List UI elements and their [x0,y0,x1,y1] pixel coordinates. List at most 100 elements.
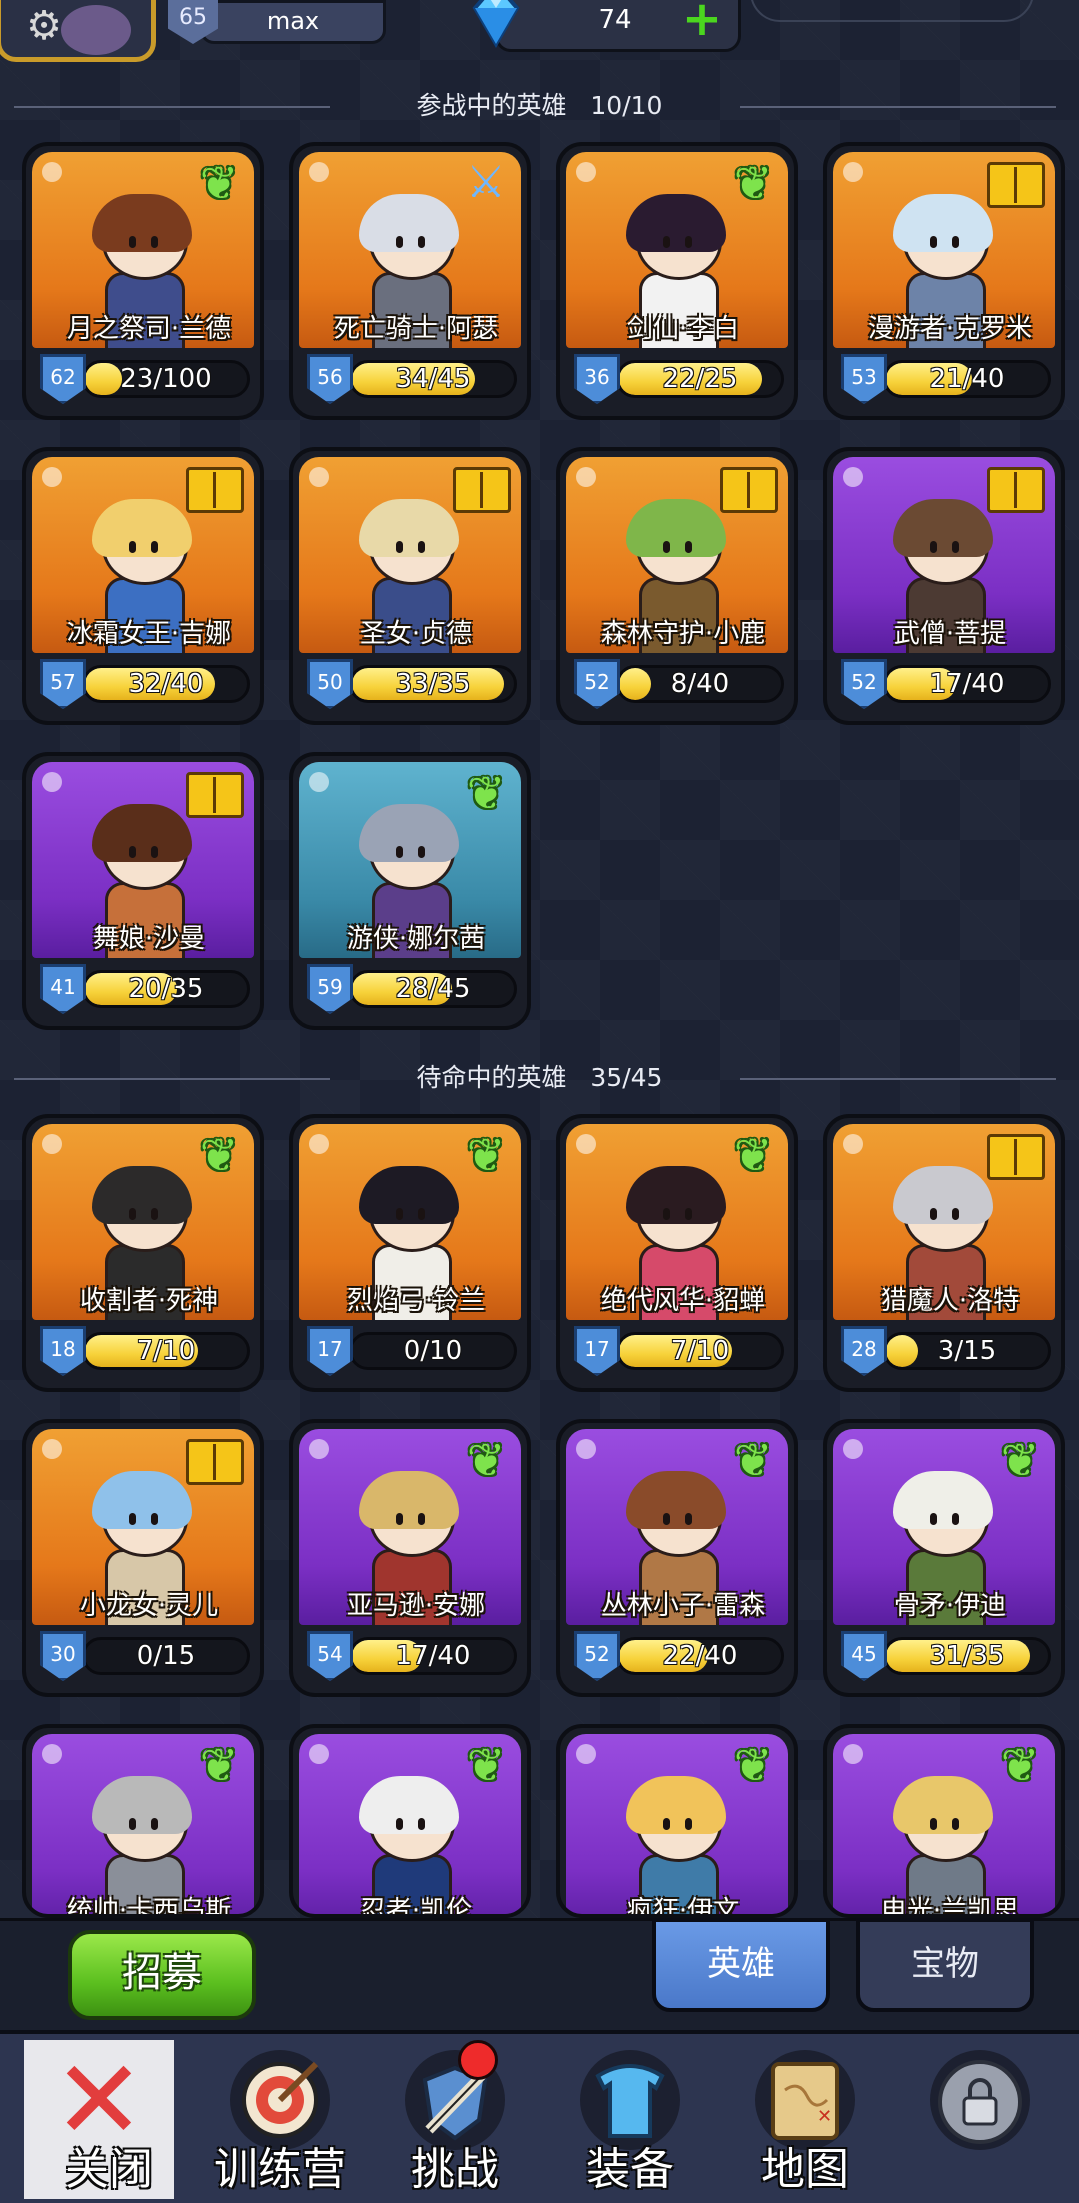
hero-portrait: ❦ 统帅·卡西乌斯 [32,1734,254,1914]
hero-progress-text: 21/40 [929,364,1005,394]
nav-challenge-label: 挑战 [411,2144,499,2195]
hero-portrait: ❦ 亚马逊·安娜 [299,1429,521,1625]
hero-name: 武僧·菩提 [893,619,1007,649]
hero-progress-text: 22/25 [662,364,738,394]
shine-decoration [42,1744,62,1764]
player-name: max [200,0,386,44]
hero-portrait: ❦ 剑仙·李白 [566,152,788,348]
shine-decoration [42,772,62,792]
tab-treasure[interactable]: 宝物 [856,1918,1034,2012]
hero-name: 骨矛·伊迪 [893,1591,1007,1621]
hero-hair [626,1471,726,1529]
hero-eye [685,236,692,248]
hero-stats-row: 0/10 17 [299,1324,521,1378]
hero-card[interactable]: ❦ 剑仙·李白 22/25 36 [556,142,798,420]
hero-portrait: 舞娘·沙曼 [32,762,254,958]
hero-eye [151,846,158,858]
hero-hair [92,499,192,557]
hero-card[interactable]: 冰霜女王·吉娜 32/40 57 [22,447,264,725]
hero-eye [663,1208,670,1220]
reserve-heroes-count: 35/45 [590,1063,663,1092]
hero-card[interactable]: ❦ 丛林小子·雷森 22/40 52 [556,1419,798,1697]
hero-hair [893,194,993,252]
active-heroes-header: 参战中的英雄 10/10 [0,86,1079,126]
hero-hair [626,194,726,252]
hero-hair [359,194,459,252]
hero-stats-row: 34/45 56 [299,352,521,406]
hero-card[interactable]: ❦ 收割者·死神 7/10 18 [22,1114,264,1392]
hero-hair [893,499,993,557]
hero-progress-bar: 7/10 [616,1332,784,1370]
hero-progress-text: 20/35 [128,974,204,1004]
hero-card[interactable]: 圣女·贞德 33/35 50 [289,447,531,725]
hero-card[interactable]: ❦ 游侠·娜尔茜 28/45 59 [289,752,531,1030]
nav-training-label: 训练营 [214,2144,346,2195]
hero-card[interactable]: ❦ 月之祭司·兰德 23/100 62 [22,142,264,420]
hero-level-badge: 41 [40,964,86,1014]
hero-card[interactable]: 猎魔人·洛特 3/15 28 [823,1114,1065,1392]
hero-stats-row: 32/40 57 [32,657,254,711]
hero-name: 冰霜女王·吉娜 [66,619,232,649]
hero-progress-bar: 8/40 [616,665,784,703]
hero-level-badge: 52 [574,659,620,709]
hero-progress-text: 0/10 [403,1336,463,1366]
hero-eye [930,1208,937,1220]
shine-decoration [843,467,863,487]
shine-decoration [309,772,329,792]
hero-card[interactable]: ❦ 烈焰弓·铃兰 0/10 17 [289,1114,531,1392]
hero-progress-bar: 23/100 [82,360,250,398]
nav-map-label: 地图 [761,2144,849,2195]
tab-heroes[interactable]: 英雄 [652,1918,830,2012]
hero-portrait: ❦ 收割者·死神 [32,1124,254,1320]
hero-name: 游侠·娜尔茜 [346,924,486,954]
hero-eye [930,1818,937,1830]
hero-progress-bar: 22/40 [616,1637,784,1675]
hero-card[interactable]: 漫游者·克罗米 21/40 53 [823,142,1065,420]
close-icon: ✕ [52,2036,146,2164]
hero-card[interactable]: ❦ 骨矛·伊迪 31/35 45 [823,1419,1065,1697]
hero-portrait: ❦ 游侠·娜尔茜 [299,762,521,958]
gear-icon[interactable]: ⚙ [22,4,66,48]
nav-close[interactable]: ✕ 关闭 [24,2040,194,2199]
hero-card[interactable]: 小龙女·灵儿 0/15 30 [22,1419,264,1697]
target-icon [230,2050,330,2150]
hero-eye [952,1208,959,1220]
hero-stats-row: 20/35 41 [32,962,254,1016]
hero-eye [952,236,959,248]
hero-card[interactable]: ⚔ 死亡骑士·阿瑟 34/45 56 [289,142,531,420]
nav-training[interactable]: 训练营 [195,2040,365,2199]
recruit-button[interactable]: 招募 [68,1930,256,2020]
hero-eye [418,1208,425,1220]
top-right-panel [750,0,1034,22]
shine-decoration [309,1134,329,1154]
hero-hair [626,499,726,557]
hero-card[interactable]: ❦ 电光·兰凯思 [823,1724,1065,1918]
hero-card[interactable]: ❦ 绝代风华·貂蝉 7/10 17 [556,1114,798,1392]
nav-locked[interactable] [895,2040,1065,2199]
hero-card[interactable]: 森林守护·小鹿 8/40 52 [556,447,798,725]
gem-count: 74 [598,5,632,35]
hero-card[interactable]: 舞娘·沙曼 20/35 41 [22,752,264,1030]
hero-name: 小龙女·灵儿 [79,1591,219,1621]
shine-decoration [42,467,62,487]
hero-portrait: 武僧·菩提 [833,457,1055,653]
hero-name: 猎魔人·洛特 [880,1286,1020,1316]
hero-card[interactable]: ❦ 亚马逊·安娜 17/40 54 [289,1419,531,1697]
lock-icon [930,2050,1030,2150]
hero-hair [92,1471,192,1529]
hero-name: 圣女·贞德 [359,619,473,649]
hero-progress-bar: 33/35 [349,665,517,703]
hero-card[interactable]: 武僧·菩提 17/40 52 [823,447,1065,725]
hero-card[interactable]: ❦ 疯狂·伊文 [556,1724,798,1918]
nav-equipment[interactable]: 装备 [545,2040,715,2199]
hero-card[interactable]: ❦ 忍者·凯伦 [289,1724,531,1918]
hero-card[interactable]: ❦ 统帅·卡西乌斯 [22,1724,264,1918]
wing-icon: ❦ [466,1128,506,1182]
plus-icon[interactable]: + [680,0,724,43]
hero-eye [151,1818,158,1830]
nav-map[interactable]: ✕ 地图 [720,2040,890,2199]
wing-icon: ❦ [733,1433,773,1487]
nav-challenge[interactable]: 挑战 [370,2040,540,2199]
nav-close-label: 关闭 [65,2144,153,2195]
hero-hair [359,1471,459,1529]
